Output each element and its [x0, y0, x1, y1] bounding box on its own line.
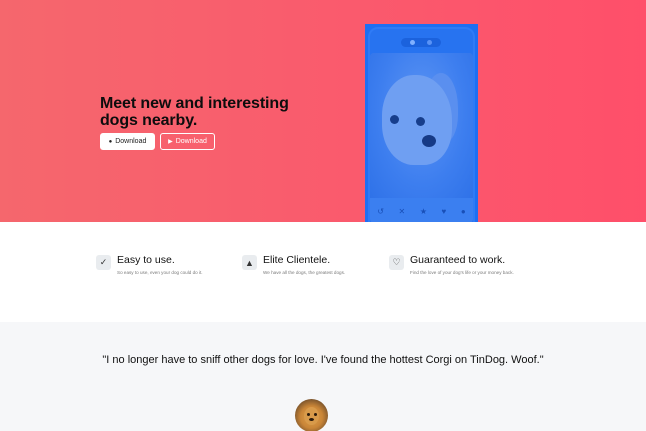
- download-play-label: Download: [175, 138, 207, 145]
- feature-title: Easy to use.: [117, 254, 175, 266]
- hero-title: Meet new and interesting dogs nearby.: [100, 95, 289, 129]
- avatar-nose: [309, 418, 314, 421]
- heart-icon: ♡: [389, 255, 404, 270]
- phone-notch: [401, 38, 441, 47]
- feature-description: We have all the dogs, the greatest dogs.: [263, 270, 346, 275]
- phone-action-bar: ↺ ✕ ★ ♥ ●: [370, 204, 473, 218]
- heart-icon[interactable]: ♥: [442, 207, 447, 216]
- play-icon: ▶: [168, 138, 173, 145]
- bolt-icon[interactable]: ●: [461, 207, 466, 216]
- testimonial-quote: "I no longer have to sniff other dogs fo…: [102, 354, 544, 366]
- phone-mockup: ↺ ✕ ★ ♥ ●: [365, 24, 478, 222]
- dog-photo: [370, 53, 473, 198]
- phone-screen: [370, 53, 473, 222]
- camera-dot: [410, 40, 415, 45]
- feature-description: So easy to use, even your dog could do i…: [117, 270, 203, 275]
- check-circle-icon: ✓: [96, 255, 111, 270]
- star-icon[interactable]: ★: [420, 207, 427, 216]
- feature-title: Elite Clientele.: [263, 254, 331, 266]
- download-apple-label: Download: [115, 138, 147, 145]
- features-section: ✓ Easy to use. So easy to use, even your…: [0, 222, 646, 322]
- hero-section: Meet new and interesting dogs nearby. ● …: [0, 0, 646, 222]
- avatar-face: [304, 407, 319, 425]
- undo-icon[interactable]: ↺: [377, 207, 384, 216]
- graduation-cap-icon: ▲: [242, 255, 257, 270]
- camera-dot: [427, 40, 432, 45]
- dog-avatar: [295, 399, 328, 431]
- close-icon[interactable]: ✕: [399, 207, 406, 216]
- avatar-eye: [307, 413, 310, 416]
- download-play-button[interactable]: ▶ Download: [160, 133, 215, 150]
- avatar-eye: [314, 413, 317, 416]
- dog-head: [382, 75, 452, 165]
- dog-eye: [390, 115, 399, 124]
- dog-eye: [416, 117, 425, 126]
- feature-description: Find the love of your dog's life or your…: [410, 270, 514, 275]
- apple-icon: ●: [108, 138, 113, 145]
- feature-title: Guaranteed to work.: [410, 254, 506, 266]
- download-apple-button[interactable]: ● Download: [100, 133, 155, 150]
- testimonial-section: "I no longer have to sniff other dogs fo…: [0, 322, 646, 431]
- dog-nose: [422, 135, 436, 147]
